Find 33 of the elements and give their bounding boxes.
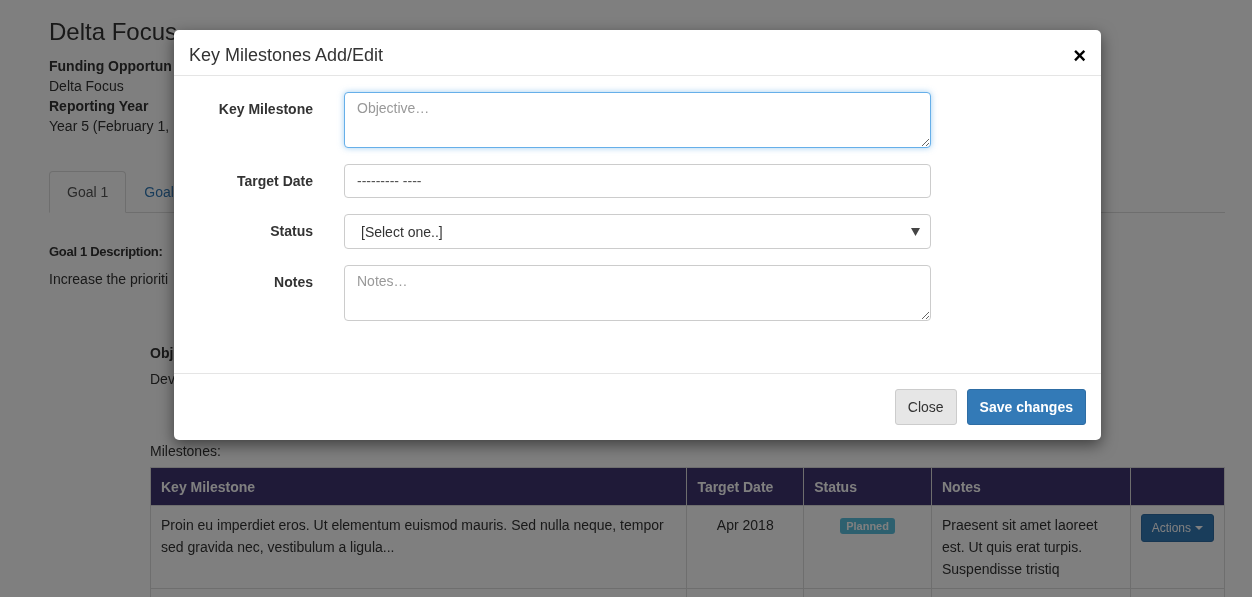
table-cell: Praesent sit amet laoreet est. Ut quis erat turpis. Suspendisse tristiq	[931, 505, 1131, 589]
goal-description-label: Goal 1 Description:	[49, 244, 163, 259]
dropdown-arrow-icon	[911, 227, 920, 236]
field-label: Target Date	[236, 172, 313, 189]
field-label: Key Milestone	[217, 100, 313, 117]
tab[interactable]: Goal 1	[49, 171, 127, 213]
save-button[interactable]: Save changes	[966, 389, 1086, 425]
close-button[interactable]: Close	[894, 389, 957, 425]
objective-text: Dev	[150, 371, 175, 387]
text-area[interactable]: Notes…	[344, 265, 931, 321]
column-header: Notes	[931, 467, 1131, 506]
goal-description: Increase the prioriti	[49, 271, 169, 287]
field-label: Notes	[273, 273, 313, 290]
field-value: Delta Focus	[49, 77, 124, 96]
caret-icon	[1195, 526, 1203, 530]
date-field[interactable]: --------- ----	[344, 164, 931, 198]
objective-label: Obj	[150, 345, 174, 361]
close-button[interactable]: ×	[1073, 45, 1086, 66]
page-title: Delta Focus	[49, 18, 178, 46]
table-cell: Proin eu imperdiet eros. Ut elementum euismod mauris. Sed nulla neque, tempor sed gravida nec, vestibulum a ligula...	[150, 505, 687, 589]
field-label: Status	[269, 222, 313, 239]
column-header: Status	[803, 467, 932, 506]
text-area[interactable]: Objective…	[344, 92, 931, 148]
column-header: Target Date	[686, 467, 804, 506]
milestones-label: Milestones:	[150, 443, 221, 459]
modal-title: Key Milestones Add/Edit	[189, 45, 384, 66]
field-label: Reporting Year	[49, 97, 149, 116]
status-badge: Planned	[840, 518, 895, 534]
field-value: Year 5 (February 1,	[49, 117, 170, 136]
table-cell: Apr 2018	[686, 505, 804, 589]
status-dropdown[interactable]: [Select one..]	[344, 214, 931, 249]
field-label: Funding Opportun	[49, 57, 172, 76]
column-header: Key Milestone	[150, 467, 687, 506]
